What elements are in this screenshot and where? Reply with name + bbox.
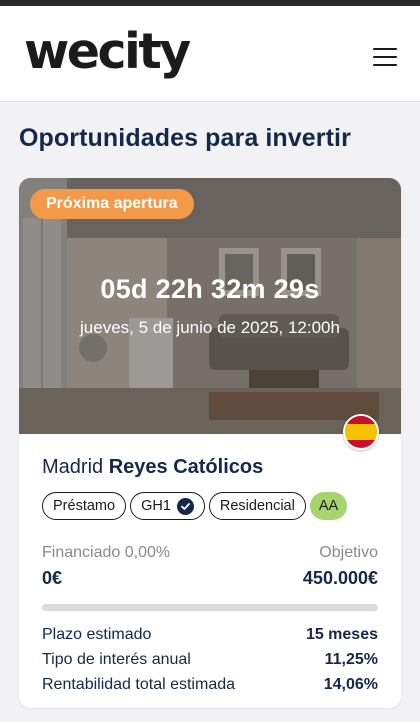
tag-gh1: GH1 bbox=[130, 492, 205, 520]
property-title: Reyes Católicos bbox=[108, 456, 264, 478]
stat-term-label: Plazo estimado bbox=[42, 626, 152, 643]
stat-interest-value: 11,25% bbox=[324, 651, 378, 668]
tag-residential: Residencial bbox=[208, 492, 306, 520]
stat-interest: Tipo de interés anual 11,25% bbox=[42, 649, 378, 671]
page-title: Oportunidades para invertir bbox=[19, 124, 351, 152]
property-name[interactable]: Madrid Reyes Católicos bbox=[42, 456, 263, 479]
investment-card[interactable]: Próxima apertura 05d 22h 32m 29s jueves,… bbox=[19, 178, 401, 708]
property-city: Madrid bbox=[42, 456, 104, 478]
funding-progress-bar bbox=[42, 604, 378, 611]
property-tags: Préstamo GH1 Residencial AA bbox=[42, 492, 348, 520]
spain-flag-icon bbox=[343, 414, 379, 450]
stat-return: Rentabilidad total estimada 14,06% bbox=[42, 674, 378, 696]
tag-loan: Préstamo bbox=[42, 492, 127, 520]
status-badge: Próxima apertura bbox=[30, 189, 194, 219]
stat-term-value: 15 meses bbox=[305, 626, 378, 643]
funded-amount: 0€ bbox=[42, 568, 63, 588]
site-header: wecity bbox=[0, 6, 420, 102]
opening-date: jueves, 5 de junio de 2025, 12:00h bbox=[80, 318, 340, 337]
verified-check-icon bbox=[176, 497, 194, 515]
hamburger-menu-icon[interactable] bbox=[366, 40, 404, 74]
funded-percent: 0,00% bbox=[124, 544, 171, 561]
countdown-timer: 05d 22h 32m 29s bbox=[100, 274, 320, 304]
stat-term: Plazo estimado 15 meses bbox=[42, 624, 378, 646]
stat-interest-label: Tipo de interés anual bbox=[42, 651, 191, 668]
funded-label: Financiado 0,00% bbox=[42, 544, 171, 561]
property-photo: Próxima apertura 05d 22h 32m 29s jueves,… bbox=[19, 178, 401, 434]
goal-label: Objetivo bbox=[319, 544, 378, 561]
stat-return-label: Rentabilidad total estimada bbox=[42, 676, 236, 693]
rating-badge: AA bbox=[309, 492, 348, 520]
wecity-logo[interactable]: wecity bbox=[24, 22, 191, 82]
stat-return-value: 14,06% bbox=[323, 676, 378, 693]
goal-amount: 450.000€ bbox=[302, 568, 378, 588]
